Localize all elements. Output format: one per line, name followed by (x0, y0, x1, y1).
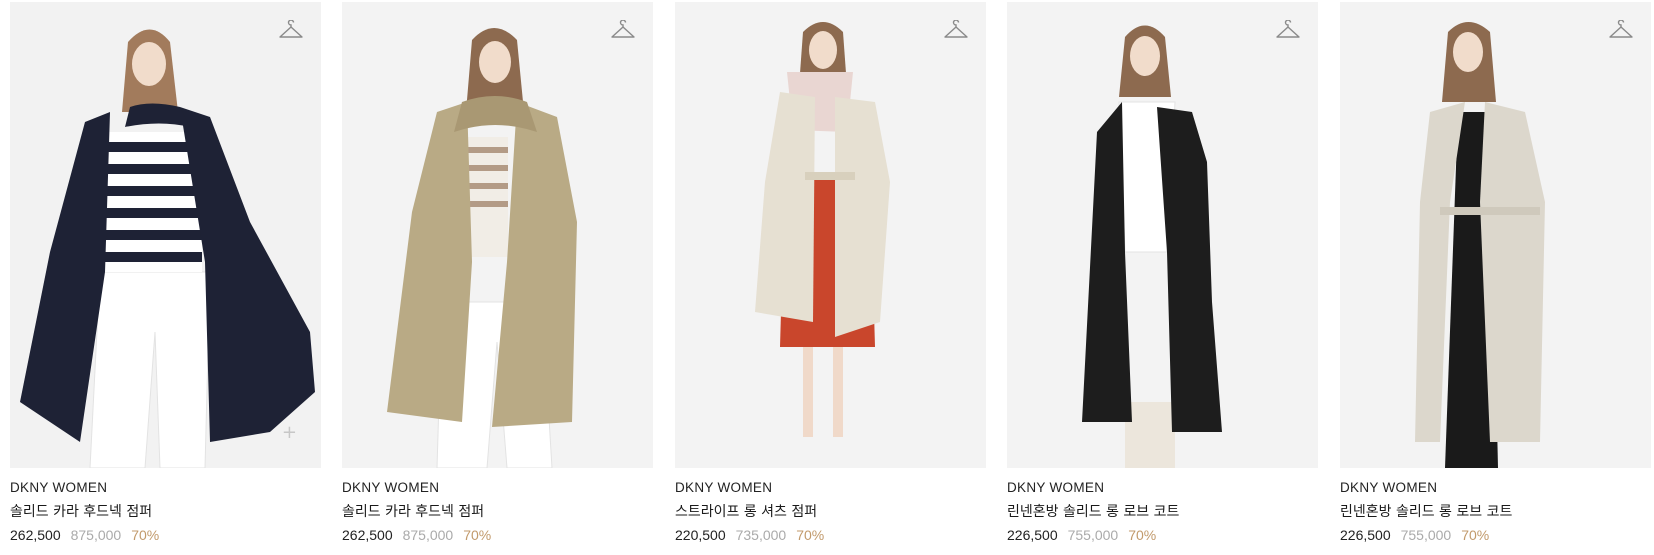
product-brand: DKNY WOMEN (1007, 480, 1105, 495)
product-brand: DKNY WOMEN (10, 480, 108, 495)
discount-rate: 70% (796, 527, 825, 543)
product-card[interactable]: DKNY WOMEN 린넨혼방 솔리드 롱 로브 코트 226,500 755,… (1007, 2, 1318, 543)
product-card[interactable]: + DKNY WOMEN 솔리드 카라 후드넥 점퍼 262,500 875,0… (10, 2, 321, 543)
discount-rate: 70% (131, 527, 160, 543)
original-price: 755,000 (1400, 527, 1452, 543)
product-prices: 262,500 875,000 70% (342, 527, 653, 543)
hanger-icon[interactable] (1608, 20, 1634, 42)
product-card[interactable]: DKNY WOMEN 스트라이프 롱 셔츠 점퍼 220,500 735,000… (675, 2, 986, 543)
product-grid: + DKNY WOMEN 솔리드 카라 후드넥 점퍼 262,500 875,0… (0, 0, 1654, 555)
product-prices: 226,500 755,000 70% (1340, 527, 1651, 543)
product-image[interactable] (342, 2, 653, 468)
sale-price: 262,500 (10, 527, 61, 543)
product-name[interactable]: 솔리드 카라 후드넥 점퍼 (342, 501, 653, 521)
product-prices: 262,500 875,000 70% (10, 527, 321, 543)
model-photo (1340, 2, 1651, 468)
product-image[interactable] (1007, 2, 1318, 468)
hanger-icon[interactable] (1275, 20, 1301, 42)
discount-rate: 70% (463, 527, 492, 543)
sale-price: 262,500 (342, 527, 393, 543)
original-price: 755,000 (1067, 527, 1119, 543)
original-price: 735,000 (735, 527, 787, 543)
original-price: 875,000 (70, 527, 122, 543)
plus-icon[interactable]: + (282, 424, 297, 442)
model-photo (342, 2, 653, 468)
product-image[interactable] (675, 2, 986, 468)
product-card[interactable]: DKNY WOMEN 솔리드 카라 후드넥 점퍼 262,500 875,000… (342, 2, 653, 543)
hanger-icon[interactable] (278, 20, 304, 42)
product-image[interactable] (1340, 2, 1651, 468)
product-brand: DKNY WOMEN (342, 480, 440, 495)
sale-price: 220,500 (675, 527, 726, 543)
model-photo (10, 2, 321, 468)
hanger-icon[interactable] (943, 20, 969, 42)
product-name[interactable]: 스트라이프 롱 셔츠 점퍼 (675, 501, 986, 521)
product-prices: 226,500 755,000 70% (1007, 527, 1318, 543)
product-name[interactable]: 린넨혼방 솔리드 롱 로브 코트 (1340, 501, 1651, 521)
sale-price: 226,500 (1007, 527, 1058, 543)
product-image[interactable]: + (10, 2, 321, 468)
discount-rate: 70% (1128, 527, 1157, 543)
original-price: 875,000 (402, 527, 454, 543)
discount-rate: 70% (1461, 527, 1490, 543)
product-brand: DKNY WOMEN (675, 480, 773, 495)
product-name[interactable]: 솔리드 카라 후드넥 점퍼 (10, 501, 321, 521)
sale-price: 226,500 (1340, 527, 1391, 543)
product-card[interactable]: DKNY WOMEN 린넨혼방 솔리드 롱 로브 코트 226,500 755,… (1340, 2, 1651, 543)
model-photo (675, 2, 986, 468)
product-name[interactable]: 린넨혼방 솔리드 롱 로브 코트 (1007, 501, 1318, 521)
model-photo (1007, 2, 1318, 468)
product-prices: 220,500 735,000 70% (675, 527, 986, 543)
hanger-icon[interactable] (610, 20, 636, 42)
product-brand: DKNY WOMEN (1340, 480, 1438, 495)
